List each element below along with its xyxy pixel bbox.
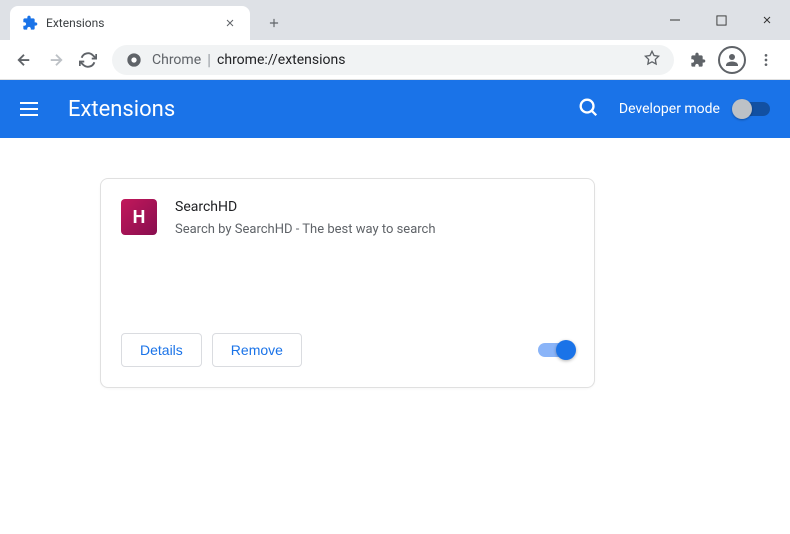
- extension-card: H SearchHD Search by SearchHD - The best…: [100, 178, 595, 388]
- tab-strip: Extensions: [0, 0, 790, 40]
- extension-puzzle-icon: [22, 15, 38, 31]
- page-title: Extensions: [68, 97, 577, 122]
- omnibox-prefix: Chrome: [152, 52, 201, 68]
- close-tab-icon[interactable]: [222, 15, 238, 31]
- minimize-button[interactable]: [652, 0, 698, 40]
- bookmark-star-icon[interactable]: [644, 50, 660, 70]
- omnibox-separator: |: [207, 50, 211, 69]
- maximize-button[interactable]: [698, 0, 744, 40]
- new-tab-button[interactable]: [260, 9, 288, 37]
- browser-toolbar: Chrome | chrome://extensions: [0, 40, 790, 80]
- developer-mode-label: Developer mode: [619, 101, 720, 117]
- content-area: H SearchHD Search by SearchHD - The best…: [0, 138, 790, 428]
- extensions-toolbar-icon[interactable]: [682, 44, 714, 76]
- extension-name: SearchHD: [175, 199, 574, 215]
- menu-dots-icon[interactable]: [750, 44, 782, 76]
- extension-description: Search by SearchHD - The best way to sea…: [175, 221, 574, 239]
- tab-title: Extensions: [46, 16, 222, 30]
- chrome-icon: [126, 52, 142, 68]
- close-window-button[interactable]: [744, 0, 790, 40]
- back-button[interactable]: [8, 44, 40, 76]
- omnibox-url: chrome://extensions: [217, 52, 644, 68]
- extension-app-icon: H: [121, 199, 157, 235]
- forward-button[interactable]: [40, 44, 72, 76]
- developer-mode-toggle[interactable]: [734, 102, 770, 116]
- extensions-header: Extensions Developer mode: [0, 80, 790, 138]
- reload-button[interactable]: [72, 44, 104, 76]
- details-button[interactable]: Details: [121, 333, 202, 367]
- hamburger-menu-icon[interactable]: [20, 97, 44, 121]
- enable-extension-toggle[interactable]: [538, 343, 574, 357]
- profile-avatar[interactable]: [718, 46, 746, 74]
- address-bar[interactable]: Chrome | chrome://extensions: [112, 45, 674, 75]
- search-icon[interactable]: [577, 96, 599, 122]
- remove-button[interactable]: Remove: [212, 333, 302, 367]
- browser-tab[interactable]: Extensions: [10, 6, 250, 40]
